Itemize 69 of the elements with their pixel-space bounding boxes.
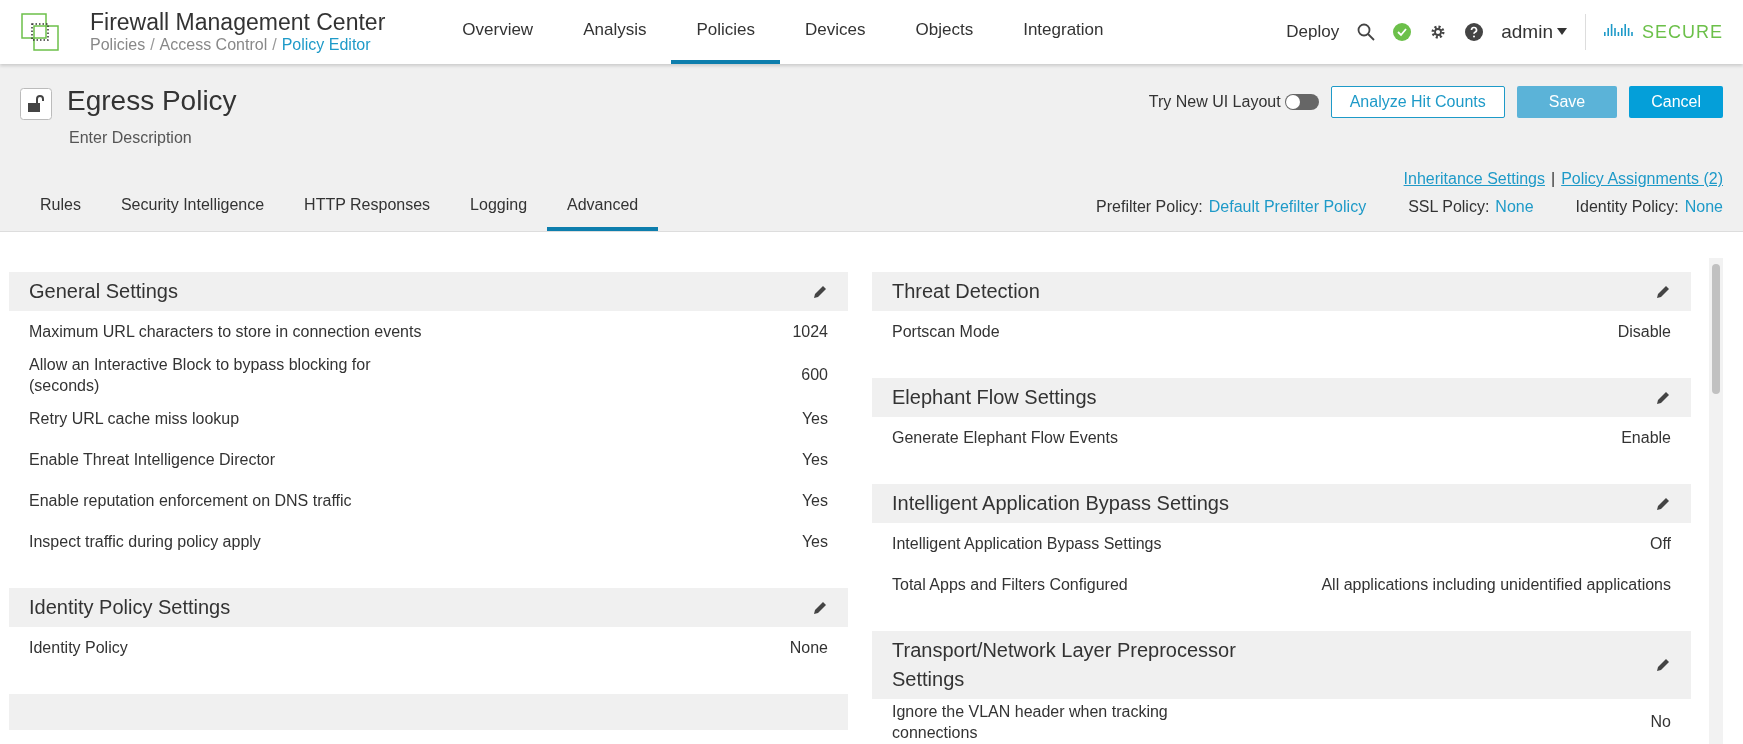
policy-tab[interactable]: HTTP Responses <box>284 189 451 231</box>
toggle-label: Try New UI Layout <box>1148 92 1281 112</box>
edit-icon[interactable] <box>1655 283 1671 300</box>
policy-title: Egress Policy <box>67 84 237 118</box>
setting-value: All applications including unidentified applications <box>1321 574 1671 595</box>
edit-icon[interactable] <box>1655 389 1671 406</box>
breadcrumb-separator: / <box>150 35 155 55</box>
setting-label: Inspect traffic during policy apply <box>29 532 261 552</box>
edit-icon[interactable] <box>1655 495 1671 512</box>
setting-label: Enable Threat Intelligence Director <box>29 450 276 470</box>
setting-value: 600 <box>801 365 828 385</box>
edit-icon[interactable] <box>812 283 828 300</box>
section-title: Transport/Network Layer Preprocessor Settings <box>892 638 1237 692</box>
nav-tab[interactable]: Overview <box>437 0 559 64</box>
app-title: Firewall Management Center <box>90 9 386 35</box>
breadcrumb-link[interactable]: Policies <box>90 35 146 55</box>
setting-label: Retry URL cache miss lookup <box>29 409 240 429</box>
setting-label: Ignore the VLAN header when tracking connections <box>892 702 1169 743</box>
nav-tab[interactable]: Analysis <box>558 0 672 64</box>
breadcrumb-separator: / <box>272 35 277 55</box>
help-icon[interactable] <box>1465 23 1484 41</box>
toggle-switch[interactable] <box>1284 94 1319 110</box>
policy-label: Identity Policy: <box>1575 197 1679 217</box>
section-title: Identity Policy Settings <box>29 595 231 620</box>
policy-description[interactable]: Enter Description <box>69 126 237 150</box>
setting-value: No <box>1650 712 1671 732</box>
search-icon[interactable] <box>1357 23 1376 41</box>
setting-label: Intelligent Application Bypass Settings <box>892 534 1162 554</box>
link-separator: | <box>1551 169 1556 189</box>
scrollbar-thumb[interactable] <box>1712 264 1720 394</box>
setting-value: Disable <box>1617 321 1671 342</box>
caret-icon <box>1557 28 1567 36</box>
setting-label: Total Apps and Filters Configured <box>892 575 1128 595</box>
setting-label: Allow an Interactive Block to bypass blocking for (seconds) <box>29 355 372 396</box>
nav-tab[interactable]: Devices <box>780 0 891 64</box>
breadcrumb-link[interactable]: Access Control <box>159 35 268 55</box>
policy-tab[interactable]: Advanced <box>547 189 659 231</box>
setting-value: Off <box>1649 533 1671 554</box>
section-title: General Settings <box>29 279 178 304</box>
section-title: Elephant Flow Settings <box>892 385 1097 410</box>
setting-value: Yes <box>801 408 828 429</box>
setting-value: Enable <box>1621 427 1671 448</box>
policy-label: Prefilter Policy: <box>1096 197 1203 217</box>
app-logo-icon <box>20 12 60 52</box>
nav-tab[interactable]: Objects <box>890 0 999 64</box>
brand-text: SECURE <box>1642 20 1723 44</box>
status-check-icon[interactable] <box>1393 23 1412 41</box>
section-title: Intelligent Application Bypass Settings <box>892 491 1229 516</box>
setting-value: 1024 <box>792 321 828 342</box>
setting-value: None <box>789 637 828 658</box>
nav-tab[interactable]: Integration <box>998 0 1129 64</box>
lock-icon[interactable] <box>20 88 52 120</box>
policy-tab[interactable]: Rules <box>20 189 101 231</box>
section-title: Threat Detection <box>892 279 1040 304</box>
setting-value: Yes <box>801 490 828 511</box>
setting-value: Yes <box>801 449 828 470</box>
policy-label: SSL Policy: <box>1408 197 1490 217</box>
setting-label: Enable reputation enforcement on DNS traffic <box>29 491 352 511</box>
user-menu[interactable]: admin <box>1501 17 1567 47</box>
setting-value: Yes <box>801 531 828 552</box>
setting-label: Maximum URL characters to store in connection events <box>29 322 422 342</box>
deploy-button[interactable]: Deploy <box>1286 19 1340 45</box>
edit-icon[interactable] <box>1655 657 1671 673</box>
policy-tab[interactable]: Logging <box>450 189 548 231</box>
setting-label: Portscan Mode <box>892 322 1000 342</box>
edit-icon[interactable] <box>812 599 828 616</box>
policy-tab[interactable]: Security Intelligence <box>100 189 285 231</box>
setting-label: Identity Policy <box>29 638 128 658</box>
setting-label: Generate Elephant Flow Events <box>892 428 1118 448</box>
